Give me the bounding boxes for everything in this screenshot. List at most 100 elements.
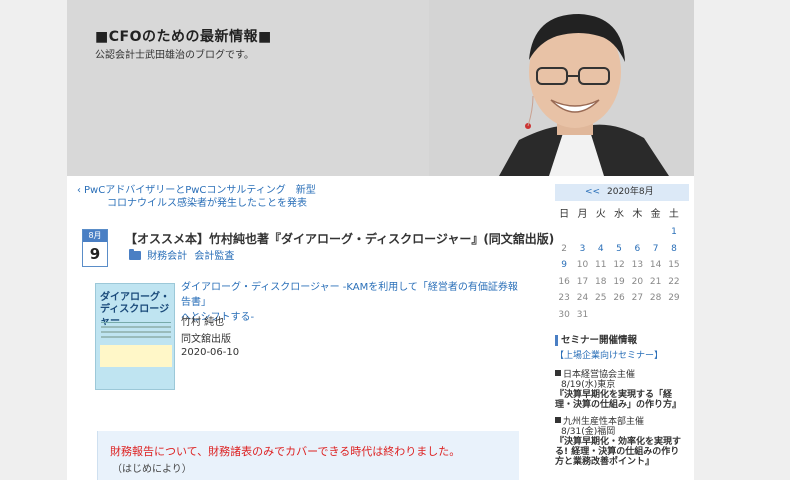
book-cover-band [100,345,172,367]
calendar-empty-cell [628,307,646,324]
chevron-left-icon: ‹ [77,185,81,196]
calendar-day: 12 [613,260,625,270]
seminar-item1-date: 8/19(水)東京 [561,380,616,390]
calendar-weekday: 土 [668,209,679,220]
seminar-listed-link[interactable]: 【上場企業向けセミナー】 [555,351,663,361]
calendar-empty-cell [646,307,664,324]
site-header: ■CFOのための最新情報■ 公認会計士武田雄治のブログです。 [67,0,694,176]
calendar-day: 24 [576,293,589,303]
calendar-day: 18 [595,276,607,287]
seminar-item2-link[interactable]: 『決算早期化・効率化を実現す る! 経理・決算の仕組みの作り 方と業務改善ポイン… [555,437,681,467]
square-bullet-icon [555,417,561,423]
calendar-day: 20 [631,276,644,287]
book-cover-image[interactable]: ダイアローグ・ ディスクロージャー [95,283,175,390]
calendar-day: 23 [558,293,570,303]
calendar-empty-cell [592,224,610,241]
prev-post-title-line1: PwCアドバイザリーとPwCコンサルティング 新型 [84,185,316,196]
book-title-line1: ダイアローグ・ディスクロージャー -KAMを利用して「経営者の有価証券報告書」 [181,282,518,308]
post-day: 9 [89,245,101,263]
seminar-item1-title-line1: 『決算早期化を実現する「経 [555,390,673,400]
seminar-item2-title-line2: る! 経理・決算の仕組みの作り [555,447,680,457]
calendar-day: 16 [558,276,570,287]
calendar-weekday: 日 [559,209,570,220]
seminar-item2-date: 8/31(金)福岡 [561,427,616,437]
calendar-empty-cell [665,307,683,324]
seminar-item2-title-line3: 方と業務改善ポイント』 [555,457,655,467]
calendar-day: 11 [595,260,607,270]
calendar-day: 26 [613,293,625,303]
calendar-day: 29 [668,293,680,303]
calendar-empty-cell [592,307,610,324]
calendar-day: 25 [595,293,607,303]
calendar-empty-cell [573,224,591,241]
calendar-day[interactable]: 6 [628,241,646,258]
calendar-weekday: 火 [595,209,606,220]
calendar-day[interactable]: 8 [665,241,683,258]
calendar-day: 19 [613,276,625,287]
folder-icon [129,249,141,260]
calendar-empty-cell [646,224,664,241]
post-categories: 財務会計 会計監査 [129,247,238,262]
calendar-day: 13 [631,260,644,270]
calendar-month-label: 2020年8月 [607,187,654,197]
calendar-day[interactable]: 4 [592,241,610,258]
calendar-header: << 2020年8月 [555,184,689,201]
site-title[interactable]: ■CFOのための最新情報■ [95,26,272,46]
square-bullet-icon [555,370,561,376]
calendar-day: 27 [631,293,644,303]
calendar-day: 21 [649,276,662,287]
calendar-empty-cell [555,224,573,241]
book-cover-title-line1: ダイアローグ・ [100,292,170,303]
seminar-item1-org: 日本経営協会主催 [555,370,635,380]
calendar-empty-cell [610,307,628,324]
calendar-grid: 日月火水木金土 1 2 3 4 5 6 7 8 9 10 11 12 13 14 15 16 17 18 19 20 21… [555,206,689,323]
calendar-empty-cell [610,224,628,241]
book-author: 竹村 純也 [181,317,225,328]
seminar-item2-org: 九州生産性本部主催 [555,417,644,427]
prev-post-title-line2: コロナウイルス感染者が発生したことを発表 [107,198,307,209]
calendar-day[interactable]: 1 [665,224,683,241]
prev-post-link[interactable]: ‹ PwCアドバイザリーとPwCコンサルティング 新型 コロナウイルス感染者が発生… [77,184,327,210]
calendar-day: 15 [668,260,680,270]
post-title[interactable]: 【オススメ本】竹村純也著『ダイアローグ・ディスクロージャー』(同文舘出版) [125,230,554,247]
author-portrait [429,0,694,176]
seminar-item1-org-text: 日本経営協会主催 [563,370,636,380]
sidebar: << 2020年8月 日月火水木金土 1 2 3 4 5 6 7 8 9 10 11 12 13 14 15 1… [555,184,689,467]
calendar-weekday: 水 [614,209,625,220]
seminar-widget-title: セミナー開催情報 [555,335,637,346]
calendar-day: 10 [576,260,589,270]
category-link-audit[interactable]: 会計監査 [194,251,234,262]
calendar-day[interactable]: 3 [573,241,591,258]
calendar-day: 31 [576,309,589,320]
post-month: 8月 [83,230,107,242]
calendar-weekday: 金 [650,209,661,220]
calendar-day[interactable]: 9 [555,257,573,274]
seminar-item2-title-line1: 『決算早期化・効率化を実現す [555,437,682,447]
calendar-day: 28 [649,293,662,303]
post-date-badge: 8月 9 [82,229,108,267]
calendar-day: 22 [668,276,680,287]
book-cover-subtitle-lines [101,322,171,342]
category-link-financial-accounting[interactable]: 財務会計 [147,251,187,262]
calendar-weekday: 木 [632,209,643,220]
calendar-weekday: 月 [577,209,588,220]
callout-source: （はじめにより） [112,464,192,475]
book-publish-date: 2020-06-10 [181,347,240,358]
page: ■CFOのための最新情報■ 公認会計士武田雄治のブログです。 ‹ PwCアドバイザ… [67,0,694,480]
site-description: 公認会計士武田雄治のブログです。 [95,50,254,61]
callout-text: 財務報告について、財務諸表のみでカバーできる時代は終わりました。 [110,445,461,458]
calendar-empty-cell [628,224,646,241]
calendar-day: 14 [649,260,662,270]
quote-callout: 財務報告について、財務諸表のみでカバーできる時代は終わりました。 （はじめにより… [97,431,519,480]
calendar-day: 17 [576,276,589,287]
seminar-item1-link[interactable]: 『決算早期化を実現する「経 理・決算の仕組み」の作り方』 [555,390,681,410]
calendar-day: 30 [558,309,570,320]
book-title-link[interactable]: ダイアローグ・ディスクロージャー -KAMを利用して「経営者の有価証券報告書」 … [181,280,521,325]
seminar-item2-org-text: 九州生産性本部主催 [563,417,645,427]
calendar-day: 2 [561,243,568,254]
calendar-day[interactable]: 7 [646,241,664,258]
book-publisher: 同文舘出版 [181,334,231,345]
calendar-prev-month-button[interactable]: << [585,184,600,201]
seminar-item1-title-line2: 理・決算の仕組み」の作り方』 [555,400,682,410]
calendar-day[interactable]: 5 [610,241,628,258]
